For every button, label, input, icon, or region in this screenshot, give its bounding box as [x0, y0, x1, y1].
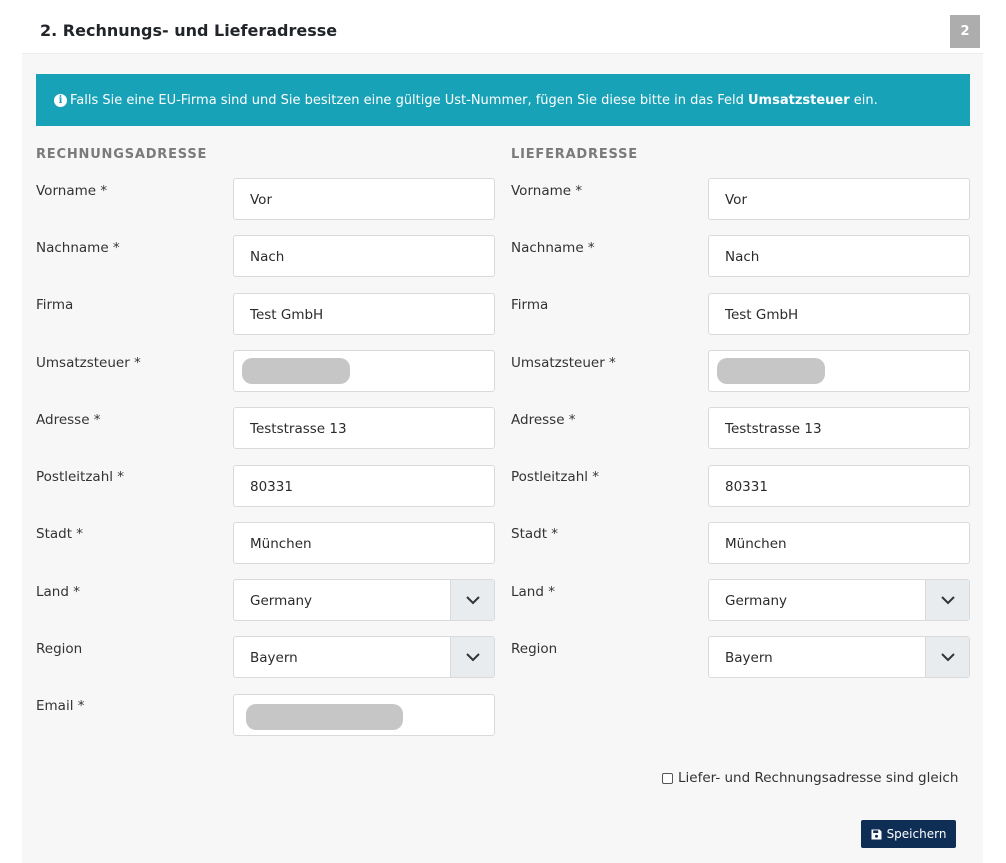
shipping-firma-input[interactable]: Test GmbH: [708, 293, 970, 335]
shipping-adresse-value: Teststrasse 13: [725, 421, 822, 437]
alert-text-after: ein.: [849, 92, 878, 108]
redacted-blur: [717, 358, 825, 384]
info-icon: i: [54, 93, 67, 107]
same-address-toggle[interactable]: Liefer- und Rechnungsadresse sind gleich: [662, 770, 958, 786]
shipping-region-value: Bayern: [725, 650, 773, 666]
billing-land-value: Germany: [250, 593, 313, 609]
shipping-postleitzahl-label: Postleitzahl *: [511, 469, 600, 485]
shipping-vorname-input[interactable]: Vor: [708, 178, 970, 220]
billing-nachname-value: Nach: [250, 249, 285, 265]
info-alert: i Falls Sie eine EU-Firma sind und Sie b…: [36, 74, 970, 126]
chevron-down-icon[interactable]: [925, 580, 969, 620]
shipping-firma-value: Test GmbH: [725, 307, 799, 323]
billing-stadt-value: München: [250, 536, 312, 552]
billing-adresse-label: Adresse *: [36, 412, 101, 428]
panel-title: 2. Rechnungs- und Lieferadresse: [40, 21, 338, 40]
shipping-nachname-label: Nachname *: [511, 240, 595, 256]
billing-firma-label: Firma: [36, 297, 74, 313]
shipping-vorname-label: Vorname *: [511, 183, 583, 199]
shipping-region-label: Region: [511, 641, 558, 657]
billing-umsatzsteuer-label: Umsatzsteuer *: [36, 355, 141, 371]
billing-heading: RECHNUNGSADRESSE: [36, 147, 208, 162]
alert-text: Falls Sie eine EU-Firma sind und Sie bes…: [70, 93, 878, 108]
chevron-down-icon[interactable]: [450, 637, 494, 677]
shipping-land-label: Land *: [511, 584, 555, 600]
shipping-adresse-input[interactable]: Teststrasse 13: [708, 407, 970, 449]
billing-nachname-input[interactable]: Nach: [233, 235, 495, 277]
shipping-nachname-input[interactable]: Nach: [708, 235, 970, 277]
shipping-vorname-value: Vor: [725, 192, 747, 208]
shipping-umsatzsteuer-label: Umsatzsteuer *: [511, 355, 616, 371]
billing-region-select[interactable]: Bayern: [233, 636, 495, 678]
shipping-stadt-label: Stadt *: [511, 526, 559, 542]
billing-adresse-input[interactable]: Teststrasse 13: [233, 407, 495, 449]
billing-postleitzahl-value: 80331: [250, 479, 293, 495]
shipping-land-select[interactable]: Germany: [708, 579, 970, 621]
same-address-label: Liefer- und Rechnungsadresse sind gleich: [678, 770, 959, 786]
same-address-checkbox[interactable]: [662, 772, 673, 784]
billing-firma-value: Test GmbH: [250, 307, 324, 323]
redacted-blur: [242, 358, 350, 384]
billing-land-select[interactable]: Germany: [233, 579, 495, 621]
redacted-blur: [246, 704, 403, 730]
save-button[interactable]: Speichern: [861, 820, 956, 848]
shipping-region-select[interactable]: Bayern: [708, 636, 970, 678]
billing-umsatzsteuer-input[interactable]: [233, 350, 495, 392]
billing-vorname-value: Vor: [250, 192, 272, 208]
shipping-heading: LIEFERADRESSE: [511, 147, 638, 162]
shipping-firma-label: Firma: [511, 297, 549, 313]
billing-firma-input[interactable]: Test GmbH: [233, 293, 495, 335]
billing-region-label: Region: [36, 641, 83, 657]
billing-stadt-input[interactable]: München: [233, 522, 495, 564]
billing-adresse-value: Teststrasse 13: [250, 421, 347, 437]
shipping-postleitzahl-input[interactable]: 80331: [708, 465, 970, 507]
save-button-label: Speichern: [886, 827, 947, 841]
billing-nachname-label: Nachname *: [36, 240, 120, 256]
shipping-land-value: Germany: [725, 593, 788, 609]
shipping-stadt-input[interactable]: München: [708, 522, 970, 564]
billing-region-value: Bayern: [250, 650, 298, 666]
shipping-adresse-label: Adresse *: [511, 412, 576, 428]
chevron-down-icon[interactable]: [925, 637, 969, 677]
shipping-stadt-value: München: [725, 536, 787, 552]
alert-text-before: Falls Sie eine EU-Firma sind und Sie bes…: [70, 92, 748, 108]
panel-header: 2. Rechnungs- und Lieferadresse 2: [22, 10, 983, 54]
chevron-down-icon[interactable]: [450, 580, 494, 620]
billing-stadt-label: Stadt *: [36, 526, 84, 542]
billing-email-label: Email *: [36, 698, 85, 714]
billing-postleitzahl-input[interactable]: 80331: [233, 465, 495, 507]
billing-vorname-input[interactable]: Vor: [233, 178, 495, 220]
billing-vorname-label: Vorname *: [36, 183, 108, 199]
billing-postleitzahl-label: Postleitzahl *: [36, 469, 125, 485]
shipping-postleitzahl-value: 80331: [725, 479, 768, 495]
step-badge: 2: [950, 15, 980, 48]
billing-land-label: Land *: [36, 584, 80, 600]
shipping-nachname-value: Nach: [725, 249, 760, 265]
floppy-disk-icon: [871, 829, 882, 839]
shipping-umsatzsteuer-input[interactable]: [708, 350, 970, 392]
alert-text-bold: Umsatzsteuer: [748, 92, 850, 108]
address-panel: 2. Rechnungs- und Lieferadresse 2 i Fall…: [22, 10, 983, 863]
billing-email-input[interactable]: [233, 694, 495, 736]
